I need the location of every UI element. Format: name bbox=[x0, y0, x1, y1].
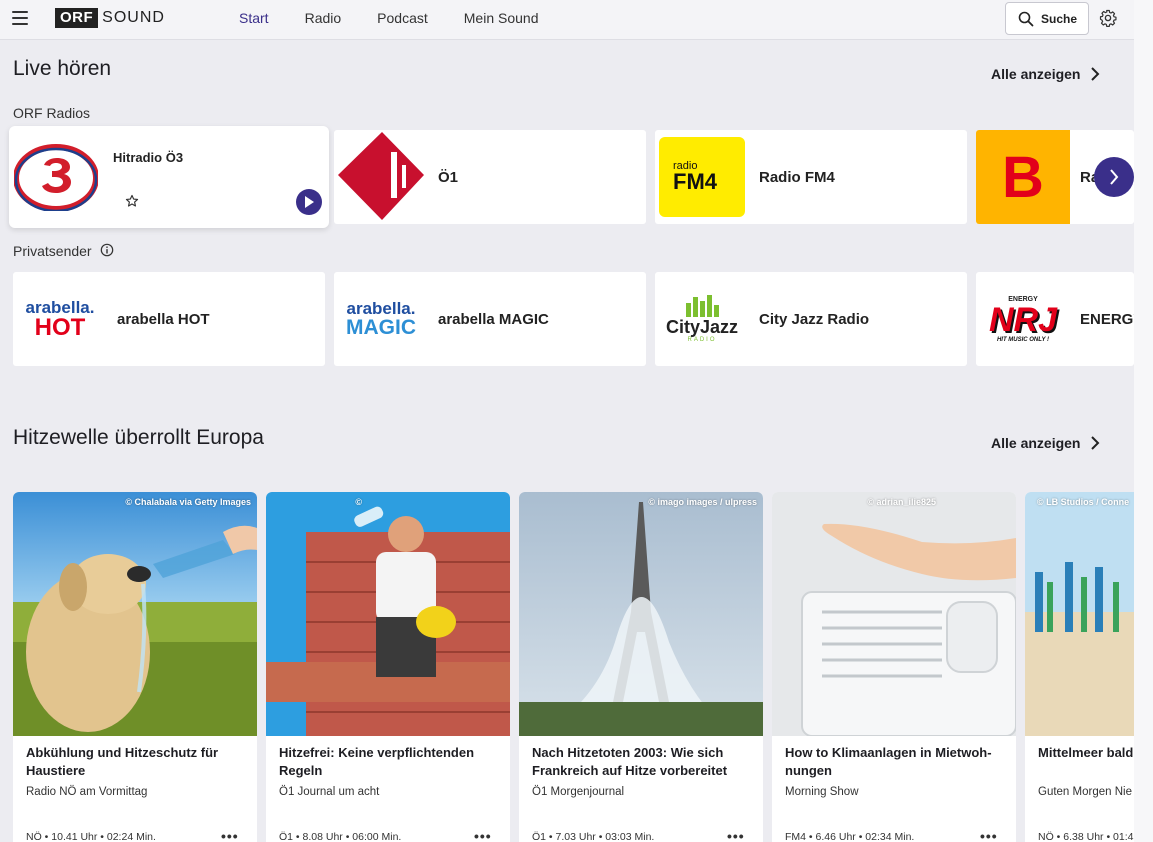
card-show: Ö1 Morgenjournal bbox=[532, 786, 625, 798]
heatwave-show-all-label: Alle anzeigen bbox=[991, 435, 1081, 451]
arabella-magic-logo-main: MAGIC bbox=[346, 315, 416, 339]
station-card-oe3[interactable]: Hitradio Ö3 bbox=[9, 126, 329, 228]
menu-icon[interactable] bbox=[12, 11, 28, 25]
star-icon[interactable] bbox=[125, 194, 139, 208]
station-name: ENERGY bbox=[1080, 310, 1134, 328]
oe1-logo bbox=[334, 130, 428, 224]
card-title: Nach Hitzetoten 2003: Wie sich Frankreic… bbox=[532, 745, 728, 778]
station-card-fm4[interactable]: radio FM4 Radio FM4 bbox=[655, 130, 967, 224]
city-jazz-logo-main: CityJazz bbox=[665, 317, 739, 337]
arabella-magic-logo-top: arabella. bbox=[346, 298, 416, 318]
station-name: City Jazz Radio bbox=[759, 310, 870, 328]
info-icon[interactable] bbox=[100, 243, 114, 257]
station-card-arabella-magic[interactable]: arabella. MAGIC arabella MAGIC bbox=[334, 272, 646, 366]
private-stations-heading: Privatsender bbox=[13, 243, 92, 259]
heatwave-show-all-link[interactable]: Alle anzeigen bbox=[991, 435, 1100, 451]
card-image-beach: © LB Studios / Conne bbox=[1025, 492, 1134, 736]
station-name: Hitradio Ö3 bbox=[113, 150, 184, 165]
content-card[interactable]: © imago images / ulpress Nach Hitzetoten… bbox=[519, 492, 763, 842]
station-name: Ö1 bbox=[438, 168, 459, 186]
live-section-title: Live hören bbox=[13, 57, 112, 80]
content-card[interactable]: © adrian_ilie825 How to Klimaanlagen in … bbox=[772, 492, 1016, 842]
arabella-magic-logo: arabella. MAGIC bbox=[334, 272, 428, 366]
content-card[interactable]: © Chalabala via Getty Images Abkühlung u… bbox=[13, 492, 257, 842]
content-card[interactable]: © LB Studios / Conne Mittelmeer bald Qua… bbox=[1025, 492, 1134, 842]
card-image-eiffel-tower: © imago images / ulpress bbox=[519, 492, 763, 736]
orf-radios-heading: ORF Radios bbox=[13, 105, 91, 121]
card-image-air-conditioner: © adrian_ilie825 bbox=[772, 492, 1016, 736]
nav-radio[interactable]: Radio bbox=[305, 10, 342, 26]
city-jazz-logo-sub: RADIO bbox=[687, 337, 717, 343]
search-icon bbox=[1018, 11, 1034, 26]
search-button[interactable]: Suche bbox=[1005, 2, 1089, 35]
city-jazz-bars-icon bbox=[686, 295, 719, 317]
live-show-all-link[interactable]: Alle anzeigen bbox=[991, 66, 1100, 82]
b-logo-letter: B bbox=[1002, 144, 1044, 210]
card-title: Abkühlung und Hitzeschutz für Haustiere bbox=[26, 745, 219, 778]
card-show: Morning Show bbox=[785, 786, 859, 798]
b-logo: B bbox=[976, 130, 1070, 224]
card-image-dog: © Chalabala via Getty Images bbox=[13, 492, 257, 736]
fm4-logo-main: FM4 bbox=[673, 169, 717, 194]
card-image-worker: © bbox=[266, 492, 510, 736]
card-meta: Ö1 • 8.08 Uhr • 06:00 Min. bbox=[279, 831, 402, 842]
live-show-all-label: Alle anzeigen bbox=[991, 66, 1081, 82]
main-nav: Start Radio Podcast Mein Sound bbox=[239, 10, 574, 26]
nav-start[interactable]: Start bbox=[239, 10, 269, 26]
oe3-logo bbox=[9, 126, 103, 228]
energy-logo-main: NRJ bbox=[988, 300, 1058, 339]
chevron-right-icon bbox=[1110, 169, 1119, 185]
card-show: Radio NÖ am Vormittag bbox=[26, 786, 148, 798]
orf-sound-logo[interactable]: ORF SOUND bbox=[55, 8, 165, 28]
logo-orf-text: ORF bbox=[55, 8, 99, 28]
card-title: How to Klimaanlagen in Mietwoh­nungen bbox=[785, 745, 992, 778]
city-jazz-logo: CityJazz RADIO bbox=[655, 272, 749, 366]
card-meta: NÖ • 10.41 Uhr • 02:24 Min. bbox=[26, 831, 156, 842]
play-button[interactable] bbox=[296, 189, 322, 215]
energy-logo-sub: HIT MUSIC ONLY ! bbox=[996, 336, 1050, 343]
arabella-hot-logo-top: arabella. bbox=[25, 297, 95, 317]
heatwave-section-title: Hitzewelle überrollt Europa bbox=[13, 426, 264, 449]
station-card-energy[interactable]: ENERGY NRJ HIT MUSIC ONLY ! ENERGY bbox=[976, 272, 1134, 366]
energy-logo: ENERGY NRJ HIT MUSIC ONLY ! bbox=[976, 272, 1070, 366]
carousel-next-button[interactable] bbox=[1094, 157, 1134, 197]
play-icon bbox=[305, 196, 314, 208]
image-credit: © bbox=[355, 497, 362, 507]
arabella-hot-logo-main: HOT bbox=[34, 313, 86, 341]
station-name: arabella MAGIC bbox=[438, 310, 549, 328]
image-credit: © Chalabala via Getty Images bbox=[125, 497, 251, 507]
arabella-hot-logo: arabella. HOT bbox=[13, 272, 107, 366]
image-credit: © adrian_ilie825 bbox=[867, 497, 936, 507]
station-card-city-jazz[interactable]: CityJazz RADIO City Jazz Radio bbox=[655, 272, 967, 366]
nav-podcast[interactable]: Podcast bbox=[377, 10, 428, 26]
station-card-arabella-hot[interactable]: arabella. HOT arabella HOT bbox=[13, 272, 325, 366]
scrollbar[interactable] bbox=[1134, 0, 1153, 842]
chevron-right-icon bbox=[1091, 436, 1100, 450]
station-name: Radio FM4 bbox=[759, 168, 835, 186]
content-card[interactable]: © Hitzefrei: Keine verpflichtenden Regel… bbox=[266, 492, 510, 842]
more-options-icon[interactable]: ••• bbox=[980, 828, 998, 842]
search-label: Suche bbox=[1041, 11, 1078, 26]
card-show: Ö1 Journal um acht bbox=[279, 786, 380, 798]
station-name: arabella HOT bbox=[117, 310, 210, 328]
image-credit: © LB Studios / Conne bbox=[1037, 497, 1130, 507]
top-bar: ORF SOUND Start Radio Podcast Mein Sound… bbox=[0, 0, 1134, 40]
logo-sound-text: SOUND bbox=[102, 9, 165, 26]
card-meta: Ö1 • 7.03 Uhr • 03:03 Min. bbox=[532, 831, 655, 842]
fm4-logo: radio FM4 bbox=[655, 130, 749, 224]
station-card-oe1[interactable]: Ö1 bbox=[334, 130, 646, 224]
gear-icon[interactable] bbox=[1099, 9, 1117, 27]
card-meta: FM4 • 6.46 Uhr • 02:34 Min. bbox=[785, 831, 915, 842]
nav-mein-sound[interactable]: Mein Sound bbox=[464, 10, 539, 26]
card-show: Guten Morgen Nie bbox=[1038, 786, 1132, 798]
card-title: Mittelmeer bald Quallen- und Al bbox=[1038, 745, 1134, 760]
image-credit: © imago images / ulpress bbox=[648, 497, 757, 507]
more-options-icon[interactable]: ••• bbox=[221, 828, 239, 842]
more-options-icon[interactable]: ••• bbox=[474, 828, 492, 842]
chevron-right-icon bbox=[1091, 67, 1100, 81]
card-title: Hitzefrei: Keine verpflichtenden Regeln bbox=[279, 745, 475, 778]
card-meta: NÖ • 6.38 Uhr • 01:4 bbox=[1038, 831, 1134, 842]
more-options-icon[interactable]: ••• bbox=[727, 828, 745, 842]
